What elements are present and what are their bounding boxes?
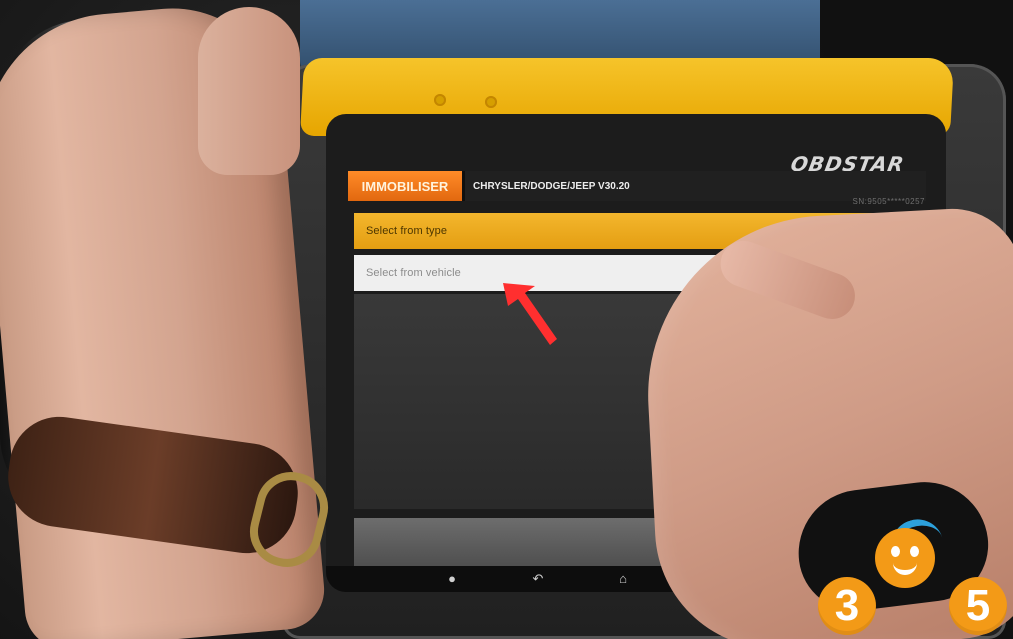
screenshot-scene: OBDSTAR IMMOBILISER CHRYSLER/DODGE/JEEP …	[0, 0, 1013, 639]
module-tab[interactable]: IMMOBILISER	[348, 171, 465, 201]
vehicle-path-title: CHRYSLER/DODGE/JEEP V30.20	[473, 180, 630, 192]
left-thumb	[198, 7, 300, 175]
back-icon[interactable]: ↶	[530, 571, 546, 587]
app-header: IMMOBILISER CHRYSLER/DODGE/JEEP V30.20	[348, 171, 926, 201]
back-home-icon[interactable]: ●	[444, 571, 460, 587]
red-pointer-arrow	[503, 283, 557, 345]
home-icon[interactable]: ⌂	[615, 571, 631, 587]
camera-dot-left	[434, 94, 446, 106]
camera-dot-right	[485, 96, 497, 108]
serial-number: SN:9505*****0257	[852, 197, 925, 206]
